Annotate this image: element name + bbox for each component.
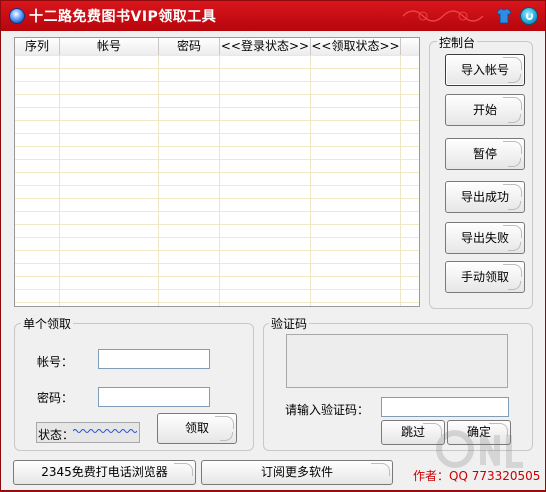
tshirt-skin-icon[interactable] [497, 8, 511, 24]
single-claim-label: 单个领取 [21, 315, 74, 332]
password-input[interactable] [98, 387, 210, 407]
account-label: 帐号： [37, 355, 74, 369]
claim-button[interactable]: 领取 [157, 413, 237, 444]
captcha-input-label: 请输入验证码： [285, 403, 370, 417]
app-window: 十二路免费图书VIP领取工具 序列 帐号 密码 <<登录状态>> <<领取状态>… [0, 0, 546, 491]
captcha-image[interactable] [286, 334, 508, 388]
column-divider [400, 55, 401, 306]
status-wave-icon [73, 429, 137, 433]
column-divider [158, 55, 159, 306]
pause-button[interactable]: 暂停 [445, 138, 525, 170]
column-divider [310, 55, 311, 306]
export-success-button[interactable]: 导出成功 [445, 181, 525, 213]
column-header-claim-status[interactable]: <<领取状态>> [311, 38, 401, 55]
column-header-login-status[interactable]: <<登录状态>> [220, 38, 311, 55]
close-icon[interactable] [520, 7, 538, 25]
table-header: 序列 帐号 密码 <<登录状态>> <<领取状态>> [15, 38, 419, 56]
site-watermark-logo [436, 430, 523, 468]
export-failed-button[interactable]: 导出失败 [445, 222, 525, 254]
column-header-index[interactable]: 序列 [15, 38, 60, 55]
start-button[interactable]: 开始 [445, 94, 525, 126]
accounts-table[interactable]: 序列 帐号 密码 <<登录状态>> <<领取状态>> [14, 37, 420, 307]
control-panel-label: 控制台 [437, 34, 478, 51]
import-accounts-button[interactable]: 导入帐号 [445, 54, 525, 86]
password-label: 密码： [37, 391, 74, 405]
column-header-account[interactable]: 帐号 [60, 38, 159, 55]
column-header-password[interactable]: 密码 [159, 38, 220, 55]
captcha-group-label: 验证码 [269, 315, 310, 332]
manual-claim-button[interactable]: 手动领取 [445, 261, 525, 293]
ornament-icon [402, 10, 484, 22]
status-label: 状态： [38, 428, 75, 442]
browser-link-button[interactable]: 2345免费打电话浏览器 [13, 460, 196, 485]
column-divider [59, 55, 60, 306]
globe-icon [9, 8, 25, 24]
account-input[interactable] [98, 349, 210, 369]
captcha-input[interactable] [381, 397, 509, 417]
title-bar[interactable]: 十二路免费图书VIP领取工具 [1, 1, 545, 31]
subscribe-button[interactable]: 订阅更多软件 [201, 460, 393, 485]
column-divider [219, 55, 220, 306]
window-title: 十二路免费图书VIP领取工具 [29, 9, 217, 25]
table-body[interactable] [15, 55, 419, 306]
